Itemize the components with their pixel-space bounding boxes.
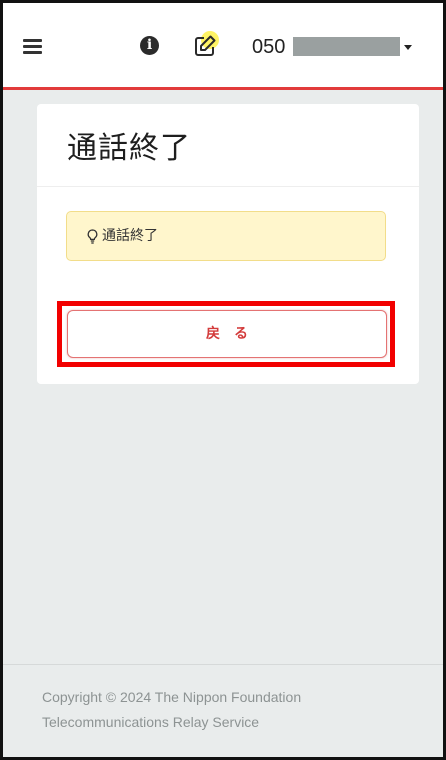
status-alert: 通話終了: [66, 211, 386, 261]
caret-down-icon[interactable]: [404, 45, 412, 50]
footer: Copyright © 2024 The Nippon Foundation T…: [3, 664, 443, 757]
phone-number-redaction: [293, 37, 400, 56]
hamburger-menu-icon[interactable]: [23, 39, 42, 54]
back-button[interactable]: 戻る: [67, 310, 387, 358]
edit-pencil-glyph: [195, 35, 216, 56]
top-navbar: i 050: [3, 3, 443, 90]
edit-pencil-icon[interactable]: [193, 31, 225, 61]
card-header: 通話終了: [37, 104, 419, 187]
footer-service-name: Telecommunications Relay Service: [42, 714, 260, 730]
phone-number-selector[interactable]: 050: [252, 34, 285, 60]
alert-message: 通話終了: [102, 228, 158, 244]
info-circle-icon[interactable]: i: [140, 36, 159, 55]
lightbulb-icon: [87, 229, 98, 244]
footer-copyright: Copyright © 2024 The Nippon Foundation: [42, 689, 302, 705]
call-ended-card: 通話終了 通話終了 戻る: [37, 104, 419, 384]
app-frame: i 050 通話終了 通話終了 戻る Copyright © 2024 The …: [0, 0, 446, 760]
page-title: 通話終了: [67, 131, 191, 166]
